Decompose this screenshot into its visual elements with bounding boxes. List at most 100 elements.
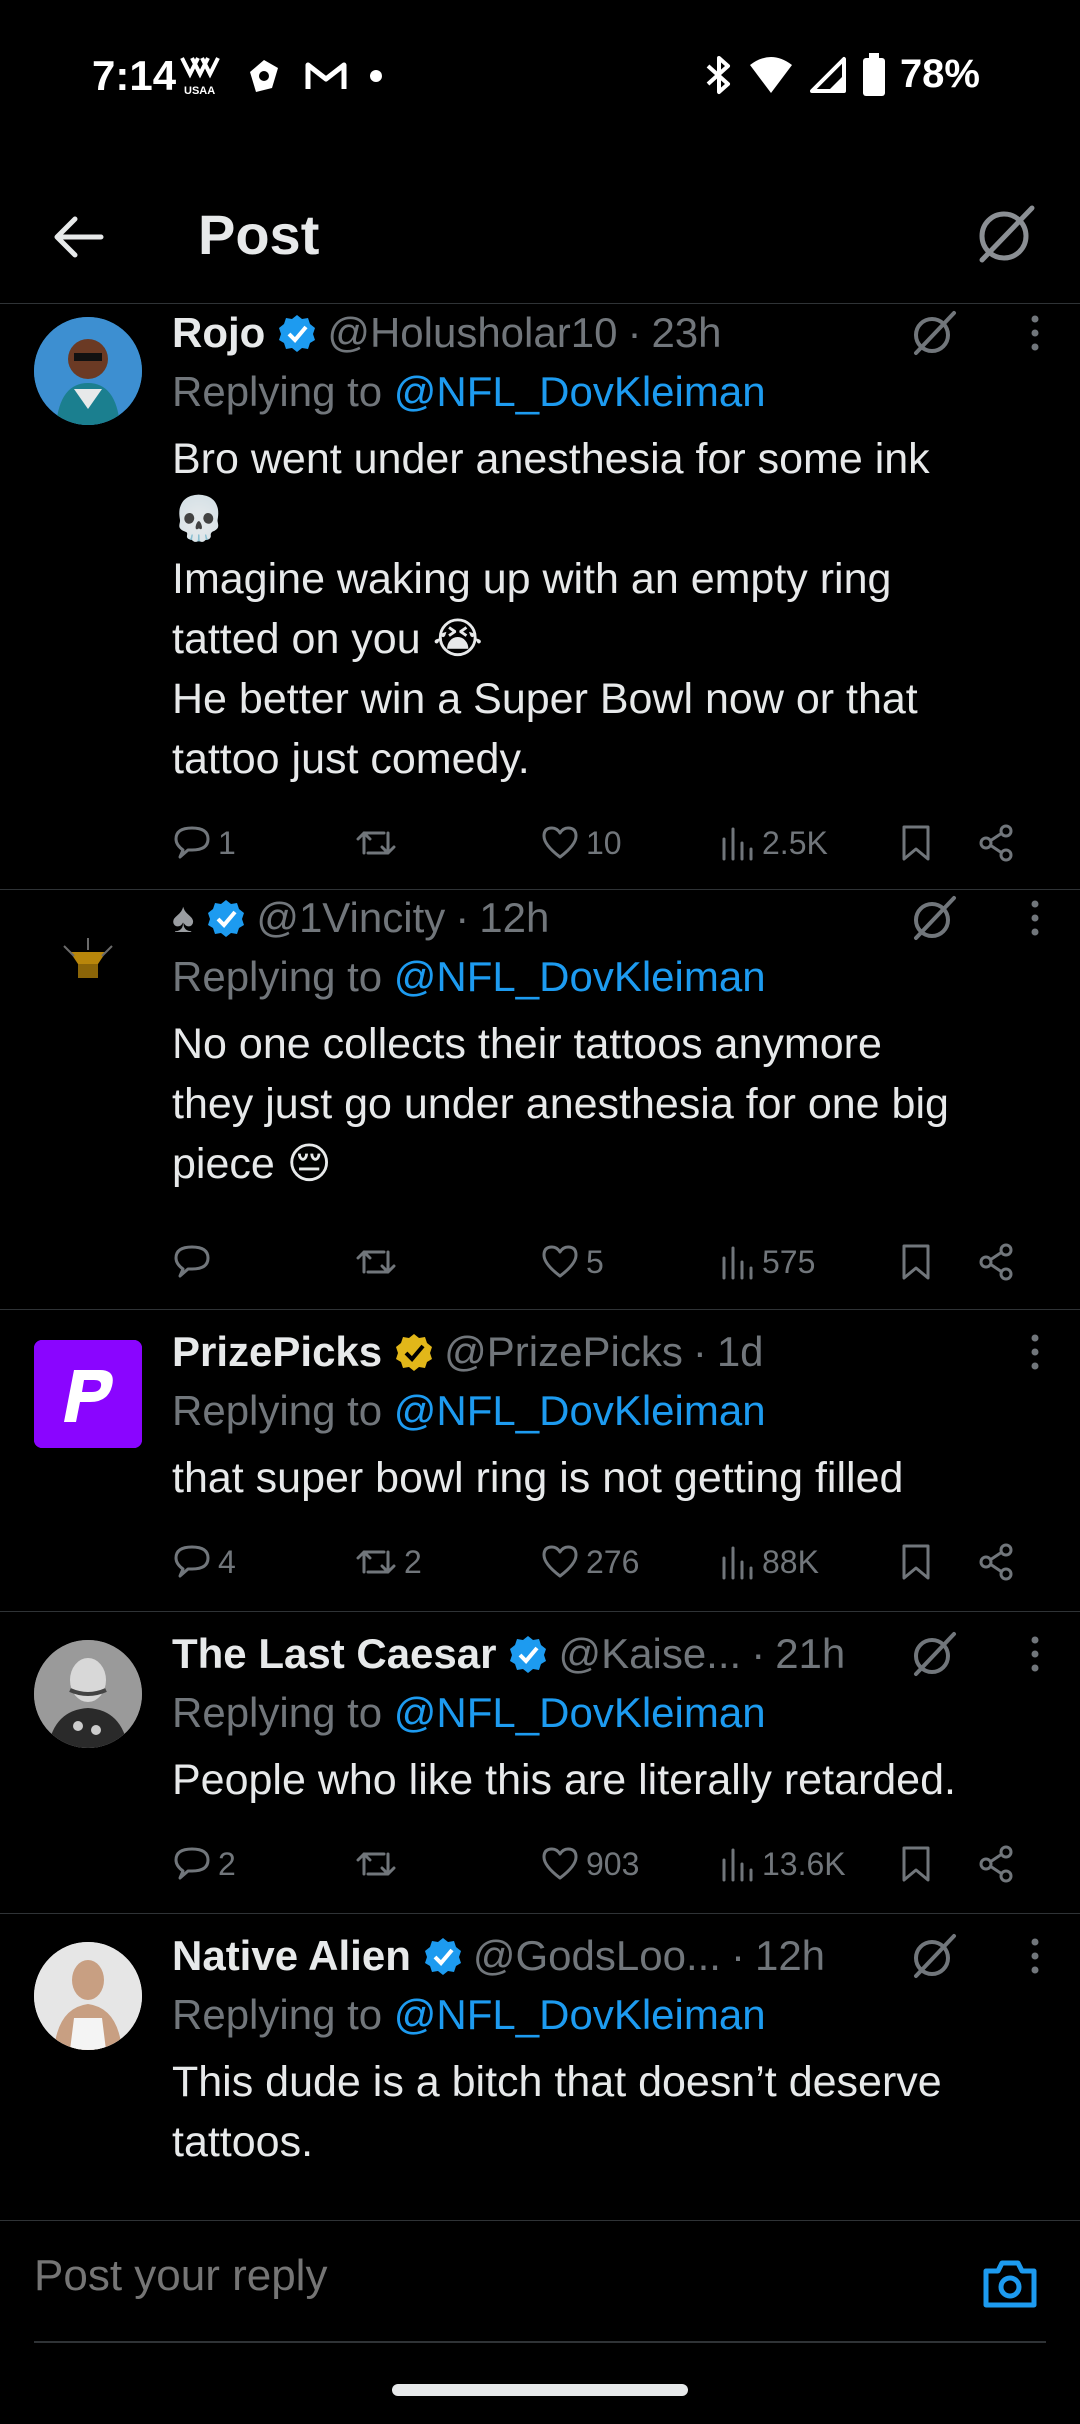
- user-handle[interactable]: @Kaise...: [558, 1630, 741, 1678]
- more-options-button[interactable]: [1020, 305, 1050, 361]
- action-bar: 5 575: [172, 1232, 1050, 1292]
- repost-icon: [356, 1852, 396, 1876]
- user-handle[interactable]: @1Vincity: [256, 894, 445, 942]
- views-button[interactable]: 2.5K: [720, 823, 900, 863]
- share-button[interactable]: [976, 1542, 1016, 1582]
- page-title: Post: [198, 203, 320, 266]
- views-button[interactable]: 575: [720, 1242, 900, 1282]
- grok-button[interactable]: [906, 1626, 962, 1682]
- like-button[interactable]: 276: [540, 1542, 720, 1582]
- action-bar: 4 2 276 88K: [172, 1532, 1050, 1592]
- avatar[interactable]: [34, 1340, 142, 1448]
- camera-button[interactable]: [980, 2257, 1040, 2311]
- verified-badge-icon: [424, 1938, 461, 1975]
- reply-count: 1: [218, 824, 236, 861]
- mention-link[interactable]: @NFL_DovKleiman: [394, 1991, 766, 2038]
- repost-button[interactable]: [354, 1844, 540, 1884]
- post-time[interactable]: 12h: [755, 1932, 825, 1980]
- like-button[interactable]: 903: [540, 1844, 720, 1884]
- more-vertical-icon: [1031, 315, 1039, 351]
- reply-input[interactable]: [34, 2251, 934, 2301]
- views-button[interactable]: 13.6K: [720, 1844, 900, 1884]
- svg-text:USAA: USAA: [184, 85, 215, 97]
- grok-button[interactable]: [906, 890, 962, 946]
- avatar[interactable]: [34, 912, 142, 1020]
- more-options-button[interactable]: [1020, 890, 1050, 946]
- share-button[interactable]: [976, 1844, 1016, 1884]
- more-vertical-icon: [1031, 1334, 1039, 1370]
- avatar[interactable]: [34, 1942, 142, 2050]
- reply-button[interactable]: 1: [172, 823, 354, 863]
- views-button[interactable]: 88K: [720, 1542, 900, 1582]
- mention-link[interactable]: @NFL_DovKleiman: [394, 953, 766, 1000]
- usaa-icon: USAA: [180, 57, 220, 97]
- user-handle[interactable]: @Holusholar10: [327, 309, 617, 357]
- bookmark-button[interactable]: [900, 1242, 976, 1282]
- display-name[interactable]: Native Alien: [172, 1932, 411, 1980]
- like-button[interactable]: 10: [540, 823, 720, 863]
- bookmark-icon: [902, 1244, 930, 1280]
- views-icon: [722, 1246, 753, 1280]
- mention-link[interactable]: @NFL_DovKleiman: [394, 1387, 766, 1434]
- system-icons: 78%: [704, 52, 980, 97]
- share-button[interactable]: [976, 1242, 1016, 1282]
- display-name[interactable]: The Last Caesar: [172, 1630, 496, 1678]
- comment-icon: [174, 1245, 210, 1278]
- back-button[interactable]: [44, 202, 114, 272]
- battery-icon: [862, 52, 885, 96]
- user-handle[interactable]: @GodsLoo...: [473, 1932, 721, 1980]
- user-handle[interactable]: @PrizePicks: [444, 1328, 683, 1376]
- post-time[interactable]: 12h: [479, 894, 549, 942]
- post-time[interactable]: 23h: [651, 309, 721, 357]
- display-name[interactable]: PrizePicks: [172, 1328, 382, 1376]
- more-options-button[interactable]: [1020, 1928, 1050, 1984]
- bookmark-button[interactable]: [900, 1542, 976, 1582]
- reply-button[interactable]: 2: [172, 1844, 354, 1884]
- avatar-image: [34, 1942, 142, 2050]
- bookmark-button[interactable]: [900, 823, 976, 863]
- reply-text: No one collects their tattoos anymore th…: [172, 1020, 949, 1188]
- views-icon: [722, 1848, 753, 1882]
- action-bar: 1 10 2.5K: [172, 813, 1050, 873]
- reply-text: People who like this are literally retar…: [172, 1756, 956, 1804]
- share-icon: [979, 1845, 1013, 1883]
- reply-button[interactable]: [172, 1242, 354, 1282]
- dot-icon: [370, 70, 382, 82]
- post-time[interactable]: 21h: [775, 1630, 845, 1678]
- more-options-button[interactable]: [1020, 1626, 1050, 1682]
- repost-button[interactable]: [354, 1242, 540, 1282]
- reply-button[interactable]: 4: [172, 1542, 354, 1582]
- reply-item[interactable]: Rojo @Holusholar10 · 23h Replying to @NF…: [0, 305, 1080, 890]
- more-options-button[interactable]: [1020, 1324, 1050, 1380]
- repost-button[interactable]: [354, 823, 540, 863]
- bookmark-button[interactable]: [900, 1844, 976, 1884]
- reply-item[interactable]: The Last Caesar @Kaise... · 21h Replying…: [0, 1612, 1080, 1914]
- mention-link[interactable]: @NFL_DovKleiman: [394, 368, 766, 415]
- share-button[interactable]: [976, 823, 1016, 863]
- replying-to: Replying to @NFL_DovKleiman: [172, 368, 766, 415]
- view-count: 13.6K: [762, 1845, 846, 1882]
- prizepicks-logo-icon: [34, 1340, 142, 1448]
- view-count: 575: [762, 1243, 816, 1280]
- share-icon: [979, 1543, 1013, 1581]
- home-indicator[interactable]: [392, 2384, 688, 2396]
- post-time[interactable]: 1d: [717, 1328, 764, 1376]
- grok-button[interactable]: [966, 194, 1046, 274]
- replying-to: Replying to @NFL_DovKleiman: [172, 1991, 766, 2038]
- repost-button[interactable]: 2: [354, 1542, 540, 1582]
- grok-button[interactable]: [906, 1928, 962, 1984]
- avatar[interactable]: [34, 317, 142, 425]
- status-bar: 7:14 USAA 78%: [0, 0, 1080, 150]
- avatar[interactable]: [34, 1640, 142, 1748]
- reply-item[interactable]: Native Alien @GodsLoo... · 12h Replying …: [0, 1914, 1080, 2220]
- reply-item[interactable]: PrizePicks @PrizePicks · 1d Replying to …: [0, 1310, 1080, 1612]
- grok-button[interactable]: [906, 305, 962, 361]
- battery-percent: 78%: [899, 52, 980, 96]
- grok-icon: [914, 311, 956, 355]
- replying-to: Replying to @NFL_DovKleiman: [172, 953, 766, 1000]
- display-name[interactable]: ♠: [172, 894, 194, 942]
- display-name[interactable]: Rojo: [172, 309, 265, 357]
- mention-link[interactable]: @NFL_DovKleiman: [394, 1689, 766, 1736]
- like-button[interactable]: 5: [540, 1242, 720, 1282]
- reply-item[interactable]: ♠ @1Vincity · 12h Replying to @NFL_DovKl…: [0, 890, 1080, 1310]
